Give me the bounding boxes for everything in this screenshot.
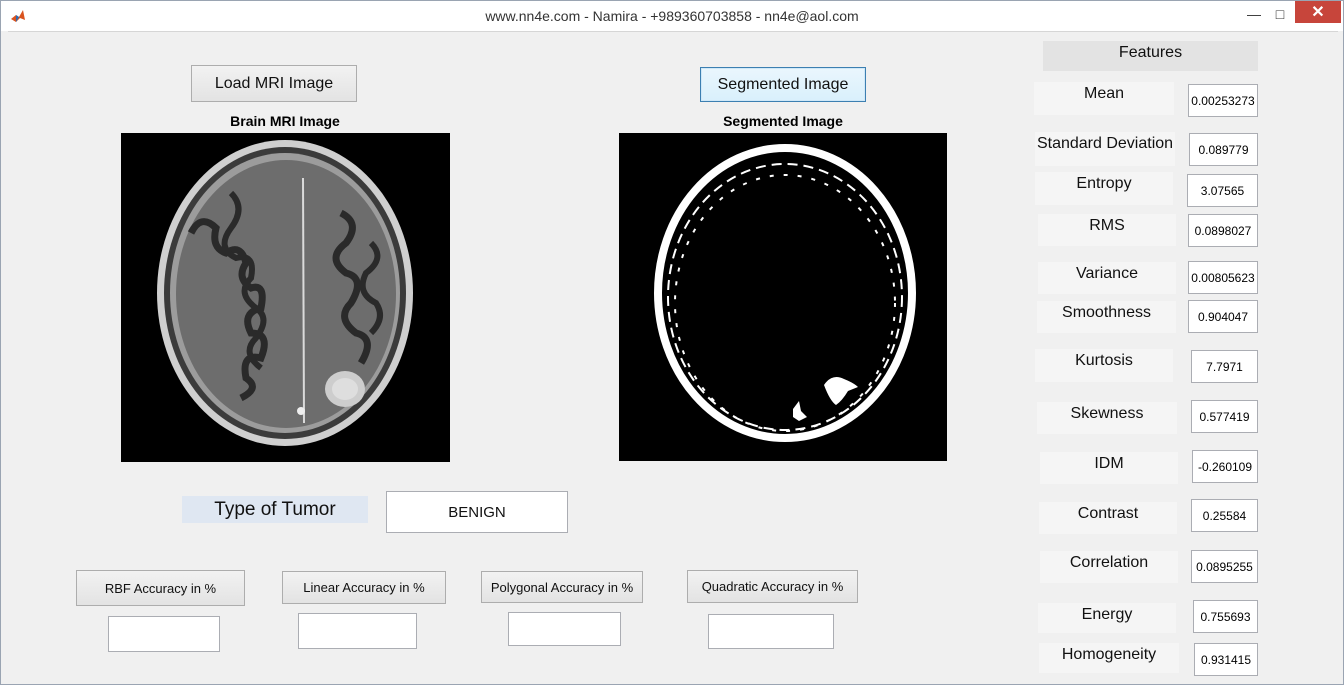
linear-accuracy-field[interactable] (298, 613, 417, 649)
title-bar[interactable]: www.nn4e.com - Namira - +989360703858 - … (1, 1, 1343, 31)
feature-label-homogeneity: Homogeneity (1039, 643, 1179, 673)
feature-label-contrast: Contrast (1039, 502, 1177, 534)
feature-label-variance: Variance (1038, 262, 1176, 294)
feature-label-rms: RMS (1038, 214, 1176, 246)
rbf-accuracy-button[interactable]: RBF Accuracy in % (76, 570, 245, 606)
feature-label-mean: Mean (1034, 82, 1174, 115)
feature-value-variance[interactable]: 0.00805623 (1188, 261, 1258, 294)
load-mri-button[interactable]: Load MRI Image (191, 65, 357, 102)
feature-value-entropy[interactable]: 3.07565 (1187, 174, 1258, 207)
brain-mri-image (121, 133, 450, 462)
feature-label-entropy: Entropy (1035, 172, 1173, 205)
tumor-type-field[interactable]: BENIGN (386, 491, 568, 533)
feature-label-idm: IDM (1040, 452, 1178, 484)
segmented-image (619, 133, 947, 461)
feature-value-smoothness[interactable]: 0.904047 (1188, 300, 1258, 333)
feature-value-energy[interactable]: 0.755693 (1193, 600, 1258, 633)
feature-value-contrast[interactable]: 0.25584 (1191, 499, 1258, 532)
feature-value-standard-deviation[interactable]: 0.089779 (1189, 133, 1258, 166)
polygonal-accuracy-field[interactable] (508, 612, 621, 646)
feature-value-correlation[interactable]: 0.0895255 (1191, 550, 1258, 583)
feature-value-kurtosis[interactable]: 7.7971 (1191, 350, 1258, 383)
feature-label-kurtosis: Kurtosis (1035, 349, 1173, 382)
feature-value-skewness[interactable]: 0.577419 (1191, 400, 1258, 433)
rbf-accuracy-field[interactable] (108, 616, 220, 652)
feature-value-idm[interactable]: -0.260109 (1192, 450, 1258, 483)
segmented-image-button[interactable]: Segmented Image (700, 67, 866, 102)
feature-value-rms[interactable]: 0.0898027 (1188, 214, 1258, 247)
feature-label-energy: Energy (1038, 603, 1176, 633)
feature-label-smoothness: Smoothness (1037, 301, 1176, 333)
quadratic-accuracy-field[interactable] (708, 614, 834, 649)
window-title: www.nn4e.com - Namira - +989360703858 - … (485, 8, 859, 24)
minimize-icon[interactable]: — (1244, 1, 1264, 27)
maximize-icon[interactable]: □ (1270, 1, 1290, 27)
features-header: Features (1043, 41, 1258, 71)
feature-value-homogeneity[interactable]: 0.931415 (1194, 643, 1258, 676)
close-icon[interactable]: ✕ (1295, 1, 1341, 23)
polygonal-accuracy-button[interactable]: Polygonal Accuracy in % (481, 571, 643, 603)
feature-value-mean[interactable]: 0.00253273 (1188, 84, 1258, 117)
brain-image-title: Brain MRI Image (230, 113, 340, 129)
tumor-type-label: Type of Tumor (182, 496, 368, 523)
app-window: www.nn4e.com - Namira - +989360703858 - … (0, 0, 1344, 685)
segmented-image-title: Segmented Image (723, 113, 843, 129)
quadratic-accuracy-button[interactable]: Quadratic Accuracy in % (687, 570, 858, 603)
feature-label-standard-deviation: Standard Deviation (1035, 132, 1175, 166)
feature-label-correlation: Correlation (1040, 551, 1178, 583)
feature-label-skewness: Skewness (1037, 402, 1177, 434)
linear-accuracy-button[interactable]: Linear Accuracy in % (282, 571, 446, 604)
